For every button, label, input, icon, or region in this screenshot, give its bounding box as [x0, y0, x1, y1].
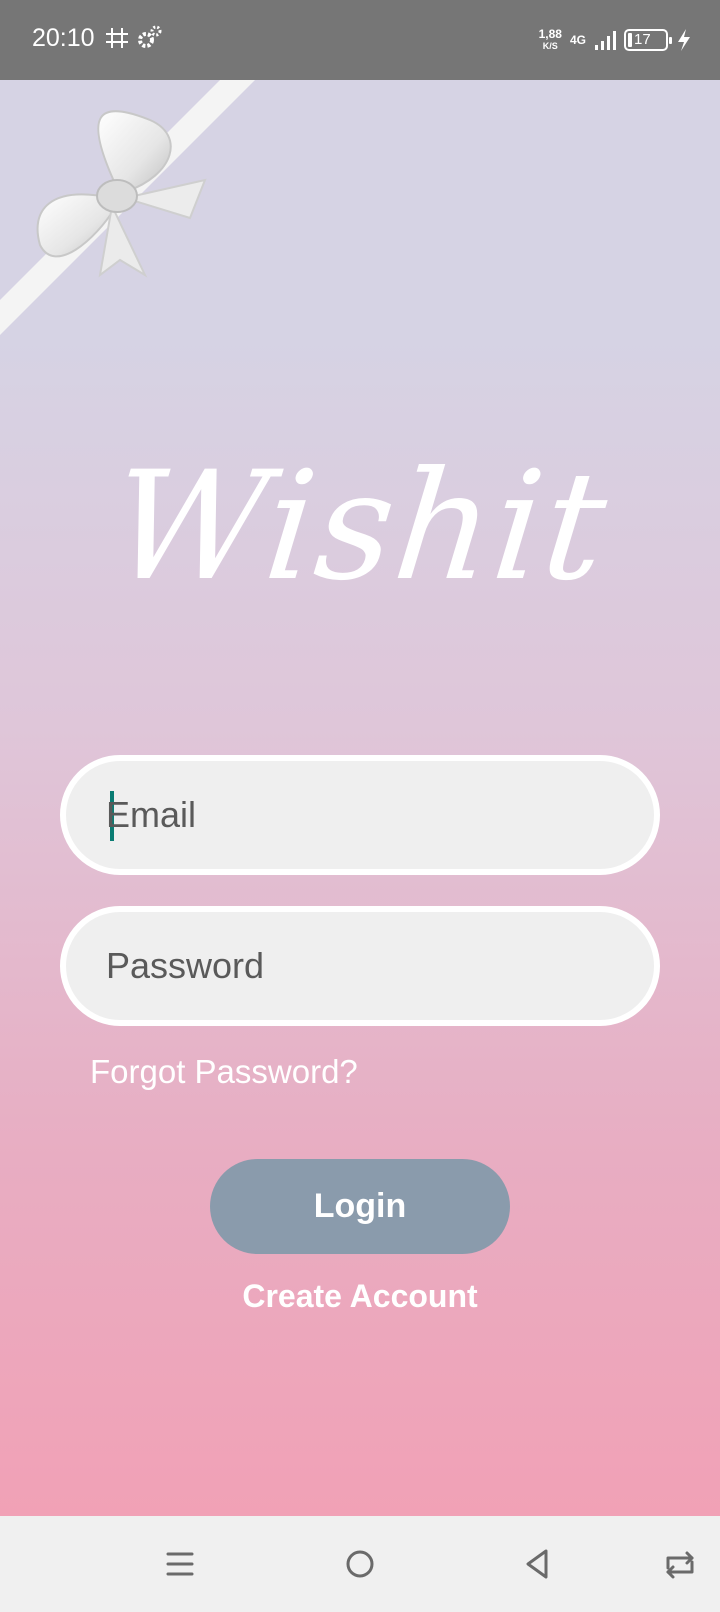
- status-bar: 20:10 1,88 K/S 4G 17: [0, 0, 720, 80]
- password-input[interactable]: [106, 912, 616, 1020]
- create-account-link[interactable]: Create Account: [0, 1278, 720, 1315]
- net-speed-unit: K/S: [542, 41, 558, 51]
- email-input[interactable]: [106, 761, 616, 869]
- email-field[interactable]: [60, 755, 660, 875]
- network-type: 4G: [569, 33, 586, 47]
- net-speed-value: 1,88: [538, 27, 562, 41]
- grid-notification-icon: [106, 28, 128, 48]
- login-screen: Wishit Forgot Password? Login Create Acc…: [0, 80, 720, 1516]
- gift-bow-icon: [0, 80, 255, 335]
- menu-icon[interactable]: [160, 1544, 200, 1584]
- navigation-bar: [0, 1516, 720, 1612]
- login-button[interactable]: Login: [210, 1159, 510, 1254]
- net-speed: 1,88 K/S: [539, 28, 562, 52]
- settings-notification-icon: [138, 25, 162, 48]
- battery-level: 17: [634, 31, 651, 48]
- password-field[interactable]: [60, 906, 660, 1026]
- back-icon[interactable]: [518, 1544, 558, 1584]
- app-logo: Wishit: [104, 440, 616, 614]
- home-icon[interactable]: [340, 1544, 380, 1584]
- battery-icon: 17: [624, 29, 672, 51]
- status-time: 20:10: [32, 24, 95, 52]
- forgot-password-link[interactable]: Forgot Password?: [90, 1053, 358, 1091]
- charging-icon: [678, 29, 690, 51]
- signal-icon: [595, 31, 616, 50]
- status-right-group: 1,88 K/S 4G 17: [539, 22, 692, 58]
- rotate-icon[interactable]: [660, 1544, 700, 1584]
